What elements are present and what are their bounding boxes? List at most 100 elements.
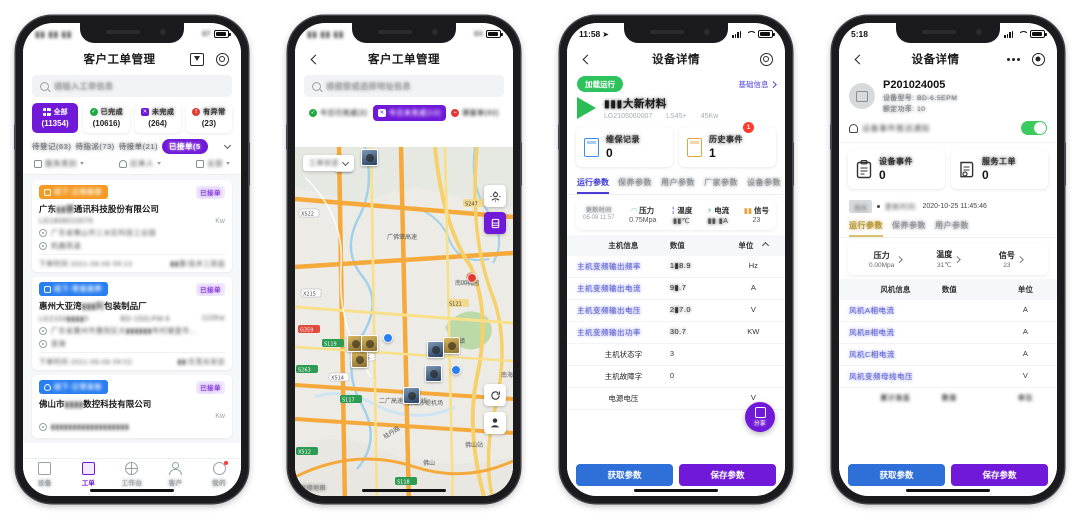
service-order-icon	[960, 161, 974, 177]
map-pin[interactable]	[451, 365, 461, 375]
param-temperature[interactable]: 温度 31℃	[917, 249, 980, 269]
get-params-button[interactable]: 获取参数	[848, 464, 945, 486]
push-toggle-switch[interactable]	[1021, 121, 1047, 135]
tab-user-params[interactable]: 用户参数	[661, 177, 695, 194]
stat-card-incomplete[interactable]: ✕ 未完成 (264)	[134, 103, 181, 133]
order-issue: 机器高温	[51, 243, 81, 250]
chip-today-completed[interactable]: ✓ 今日已完成(2)	[304, 105, 373, 121]
tab-run-params[interactable]: 运行参数	[577, 177, 609, 194]
gear-icon[interactable]	[213, 50, 231, 68]
person-marker-icon[interactable]	[484, 412, 506, 434]
chip-today-incomplete[interactable]: ✕ 今日未完成(13)	[372, 105, 446, 121]
chip-stranded[interactable]: − 滞留单(92)	[446, 105, 504, 121]
map-marker-worker[interactable]	[425, 365, 442, 382]
tab-maintain-params[interactable]: 保养参数	[892, 220, 926, 237]
order-type-label: 线下-过保维修	[54, 189, 102, 196]
map-marker-worker[interactable]	[361, 335, 378, 352]
param-key: 电流	[714, 206, 730, 215]
play-icon[interactable]	[577, 97, 596, 119]
sidebar-item-workbench[interactable]: 工作台	[110, 462, 154, 487]
tab-user-params[interactable]: 用户参数	[935, 220, 969, 237]
back-button[interactable]	[305, 50, 323, 68]
param-value: 23	[1003, 261, 1011, 269]
map-marker-worker[interactable]	[403, 387, 420, 404]
card-maintenance-records[interactable]: 维保记录 0	[576, 127, 673, 167]
map-marker-worker[interactable]	[443, 337, 460, 354]
param-key: 压力	[873, 250, 890, 260]
chip-pending-register[interactable]: 待登记(63)	[32, 141, 71, 152]
stat-card-completed[interactable]: ✓ 已完成 (10616)	[83, 103, 130, 133]
back-button[interactable]	[577, 50, 595, 68]
row-value: 30.7	[669, 327, 687, 336]
order-type-tag: 线下-日常巡检	[39, 380, 108, 394]
map-status-selector[interactable]: 工单状态	[303, 155, 354, 171]
card-label: 历史事件	[709, 135, 743, 144]
filter-assignee[interactable]: 应单人	[119, 158, 161, 169]
target-icon[interactable]	[1029, 50, 1047, 68]
card-history-events[interactable]: 历史事件 1 1	[679, 122, 776, 167]
param-temperature[interactable]: ╏ 温度 ▮▮℃	[671, 205, 693, 225]
push-label-group: 设备事件推送通知	[849, 123, 930, 134]
layers-icon[interactable]	[484, 212, 506, 234]
param-table: 主机变频输出频率 1▮8.9 Hz 主机变频输出电流 9▮.7 A 主机变频输出…	[567, 256, 785, 410]
table-row: 主机变频输出功率 30.7 KW	[567, 322, 785, 344]
gear-icon[interactable]	[757, 50, 775, 68]
filter-service-type[interactable]: 服务类别	[34, 158, 84, 169]
list-item[interactable]: 线下-日常巡检 已接单 佛山市▮▮▮▮数控科技有限公司 Kw ▮▮▮▮▮▮▮▮▮…	[32, 375, 232, 438]
param-update-time: 更新时间 06-08 11:57	[583, 205, 615, 225]
location-pin-icon	[39, 423, 47, 431]
locate-icon[interactable]	[484, 185, 506, 207]
sidebar-item-profile[interactable]: 我的	[197, 461, 241, 487]
list-item[interactable]: 线下-常规保养 已接单 惠州大亚湾▮▮▮利包装制品厂 LG2104▮▮▮▮5 B…	[32, 277, 232, 370]
tab-run-params[interactable]: 运行参数	[849, 220, 883, 237]
map-marker-worker[interactable]	[351, 351, 368, 368]
map-pin[interactable]	[383, 333, 393, 343]
map-search-input[interactable]: 请搜索或选择地址信息	[304, 75, 504, 97]
search-input[interactable]: 请输入工单信息	[32, 75, 232, 97]
chevron-up-icon[interactable]	[762, 241, 770, 250]
row-value: 9▮.7	[669, 283, 687, 292]
param-pressure[interactable]: ◠ 压力 0.75Mpa	[629, 205, 656, 225]
nav-bar: 客户工单管理	[295, 45, 513, 73]
tab-maintain-params[interactable]: 保养参数	[618, 177, 652, 194]
refresh-icon[interactable]	[484, 384, 506, 406]
sidebar-item-workorder[interactable]: 工单	[67, 462, 111, 487]
share-button[interactable]: 分享	[745, 402, 775, 432]
save-params-button[interactable]: 保存参数	[951, 464, 1048, 486]
filter-all[interactable]: 全部	[196, 158, 230, 169]
param-pressure[interactable]: 压力 0.00Mpa	[854, 249, 917, 269]
param-signal[interactable]: ▮▮ 信号 23	[744, 205, 769, 225]
upload-icon[interactable]	[188, 50, 206, 68]
card-device-events[interactable]: 设备事件 0	[848, 149, 945, 189]
get-params-button[interactable]: 获取参数	[576, 464, 673, 486]
card-label: 设备事件	[879, 157, 913, 166]
chip-pending-assign[interactable]: 待指派(73)	[75, 141, 114, 152]
save-params-button[interactable]: 保存参数	[679, 464, 776, 486]
stat-card-all[interactable]: 全部 (11354)	[32, 103, 79, 133]
basic-info-link[interactable]: 基础信息	[739, 79, 776, 90]
card-service-orders[interactable]: 服务工单 0	[951, 149, 1048, 189]
work-order-list[interactable]: 线下-过保维修 已接单 广东▮▮德通讯科技股份有限公司 LG1808010075…	[23, 175, 241, 443]
sidebar-item-customer[interactable]: 客户	[154, 462, 198, 487]
chevron-down-icon[interactable]	[223, 141, 232, 150]
map-marker-worker[interactable]	[361, 149, 378, 166]
model-label: 设备型号:	[883, 95, 915, 102]
map-canvas[interactable]: X522 X215 X514 S263 X512 S247 S121 G359 …	[295, 147, 513, 496]
map-marker-worker[interactable]	[427, 341, 444, 358]
map-pin[interactable]	[467, 273, 477, 283]
back-button[interactable]	[849, 50, 867, 68]
sidebar-item-device[interactable]: 设备	[23, 462, 67, 487]
more-icon[interactable]	[1004, 50, 1022, 68]
chip-pending-accept[interactable]: 待接单(21)	[119, 141, 158, 152]
list-item[interactable]: 线下-过保维修 已接单 广东▮▮德通讯科技股份有限公司 LG1808010075…	[32, 180, 232, 272]
tab-device-params[interactable]: 设备参数	[747, 177, 781, 194]
status-left: 11:58 ➤	[579, 29, 609, 39]
stat-card-abnormal[interactable]: ! 有异常 (23)	[185, 103, 232, 133]
row-value	[942, 349, 1004, 360]
chip-accepted[interactable]: 已接单(5	[162, 139, 208, 154]
chevron-down-icon	[226, 162, 230, 165]
tab-factory-params[interactable]: 厂家参数	[704, 177, 738, 194]
phone-2-map-view: ▮▮ ▮▮ ▮▮ 84 客户工单管理 请搜索或选择地址信息 ✓ 今日已完成(2)	[286, 16, 522, 503]
param-signal[interactable]: 信号 23	[979, 249, 1042, 269]
param-current[interactable]: ⚡ 电流 ▮▮ ▮A	[707, 205, 729, 225]
